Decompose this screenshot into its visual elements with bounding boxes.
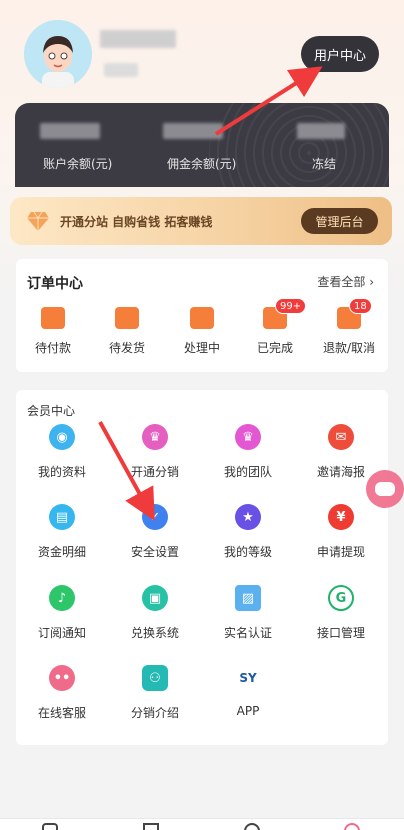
member-center-card: 会员中心 ◉ 我的资料 ♛ 开通分销 ♛ 我的团队 ✉ 邀请海报 ▤ 资金明细 … xyxy=(16,390,388,745)
order-item-label: 退款/取消 xyxy=(322,341,376,355)
scan-icon: ▣ xyxy=(142,585,168,611)
fund-details[interactable]: ▤ 资金明细 xyxy=(22,504,102,560)
my-profile[interactable]: ◉ 我的资料 xyxy=(22,424,102,480)
order-center-title: 订单中心 xyxy=(27,276,83,292)
distribution-icon: ♛ xyxy=(142,424,168,450)
member-item-label: 订阅通知 xyxy=(37,626,86,640)
admin-button[interactable]: 管理后台 xyxy=(301,208,378,234)
refund-badge: 18 xyxy=(349,298,372,314)
wallet-icon xyxy=(41,307,65,329)
order-item-label: 待付款 xyxy=(34,341,71,355)
compass-icon[interactable] xyxy=(244,823,260,830)
shield-icon: ✓ xyxy=(142,504,168,530)
bell-icon: ♪ xyxy=(49,585,75,611)
member-item-label: 开通分销 xyxy=(130,465,179,479)
promo-text: 开通分站 自购省钱 拓客赚钱 xyxy=(60,214,213,229)
member-item-label: 资金明细 xyxy=(37,545,86,559)
commission-balance-value-redacted xyxy=(163,123,223,139)
card-pattern xyxy=(209,103,389,187)
my-team[interactable]: ♛ 我的团队 xyxy=(208,424,288,480)
user-center-button[interactable]: 用户中心 xyxy=(301,36,379,72)
refund-doc-icon: 18 xyxy=(337,298,372,329)
username-redacted xyxy=(100,30,176,48)
home-icon[interactable] xyxy=(42,823,58,830)
team-icon: ♛ xyxy=(235,424,261,450)
yen-icon: ¥ xyxy=(328,504,354,530)
member-center-title: 会员中心 xyxy=(27,404,76,418)
profile-icon: ◉ xyxy=(49,424,75,450)
frozen-label[interactable]: 冻结 xyxy=(312,155,336,172)
chevron-right-icon: › xyxy=(369,275,374,289)
apply-withdraw[interactable]: ¥ 申请提现 xyxy=(301,504,381,560)
order-pending-shipment[interactable]: 待发货 xyxy=(96,307,158,356)
open-distribution[interactable]: ♛ 开通分销 xyxy=(115,424,195,480)
distribution-intro[interactable]: ⚇ 分销介绍 xyxy=(115,665,195,721)
poster-icon: ✉ xyxy=(328,424,354,450)
view-all-link[interactable]: 查看全部 › xyxy=(317,273,374,290)
member-item-label: 分销介绍 xyxy=(130,706,179,720)
member-item-label: 我的等级 xyxy=(223,545,272,559)
app-download[interactable]: SY APP xyxy=(208,665,288,718)
order-item-label: 待发货 xyxy=(108,341,145,355)
completed-badge: 99+ xyxy=(275,298,307,314)
profile-tab-icon[interactable] xyxy=(344,823,360,830)
account-balance-value-redacted xyxy=(40,123,100,139)
diamond-icon xyxy=(27,211,49,231)
document-clock-icon xyxy=(115,307,139,329)
order-item-label: 处理中 xyxy=(183,341,220,355)
order-pending-payment[interactable]: 待付款 xyxy=(22,307,84,356)
member-item-label: 兑换系统 xyxy=(130,626,179,640)
member-item-label: 实名认证 xyxy=(223,626,272,640)
completed-box-icon: 99+ xyxy=(263,298,307,329)
member-item-label: APP xyxy=(236,704,260,718)
online-support[interactable]: •• 在线客服 xyxy=(22,665,102,721)
real-name-auth[interactable]: ▨ 实名认证 xyxy=(208,585,288,641)
invite-poster[interactable]: ✉ 邀请海报 xyxy=(301,424,381,480)
member-item-label: 申请提现 xyxy=(316,545,365,559)
order-processing[interactable]: 处理中 xyxy=(171,307,233,356)
floating-chat-button[interactable] xyxy=(366,470,404,508)
network-icon: ⚇ xyxy=(142,665,168,691)
order-refund[interactable]: 18 退款/取消 xyxy=(318,298,380,356)
bag-icon xyxy=(190,307,214,329)
api-g-icon: G xyxy=(328,585,354,611)
security-settings[interactable]: ✓ 安全设置 xyxy=(115,504,195,560)
id-card-icon: ▨ xyxy=(235,585,261,611)
member-item-label: 我的资料 xyxy=(37,465,86,479)
member-item-label: 在线客服 xyxy=(37,706,86,720)
user-id-redacted xyxy=(104,63,138,77)
frozen-value-redacted xyxy=(297,123,345,139)
member-item-label: 接口管理 xyxy=(316,626,365,640)
chat-icon: •• xyxy=(49,665,75,691)
bottom-navigation xyxy=(0,818,404,830)
app-logo-icon: SY xyxy=(239,671,257,685)
account-balance-label[interactable]: 账户余额(元) xyxy=(43,155,112,172)
fund-details-icon: ▤ xyxy=(49,504,75,530)
promo-banner[interactable]: 开通分站 自购省钱 拓客赚钱 管理后台 xyxy=(10,197,392,245)
star-icon: ★ xyxy=(235,504,261,530)
order-center-card: 订单中心 查看全部 › 待付款 待发货 处理中 99+ 已完成 18 退款/取消 xyxy=(16,259,388,372)
member-item-label: 安全设置 xyxy=(130,545,179,559)
balance-card: 账户余额(元) 佣金余额(元) 冻结 xyxy=(15,103,389,187)
order-item-label: 已完成 xyxy=(256,341,293,355)
category-icon[interactable] xyxy=(143,823,159,830)
member-item-label: 我的团队 xyxy=(223,465,272,479)
view-all-label: 查看全部 xyxy=(317,275,366,289)
subscribe-notify[interactable]: ♪ 订阅通知 xyxy=(22,585,102,641)
my-level[interactable]: ★ 我的等级 xyxy=(208,504,288,560)
api-management[interactable]: G 接口管理 xyxy=(301,585,381,641)
exchange-system[interactable]: ▣ 兑换系统 xyxy=(115,585,195,641)
order-completed[interactable]: 99+ 已完成 xyxy=(244,298,307,356)
commission-balance-label[interactable]: 佣金余额(元) xyxy=(167,155,236,172)
avatar[interactable] xyxy=(24,20,92,88)
